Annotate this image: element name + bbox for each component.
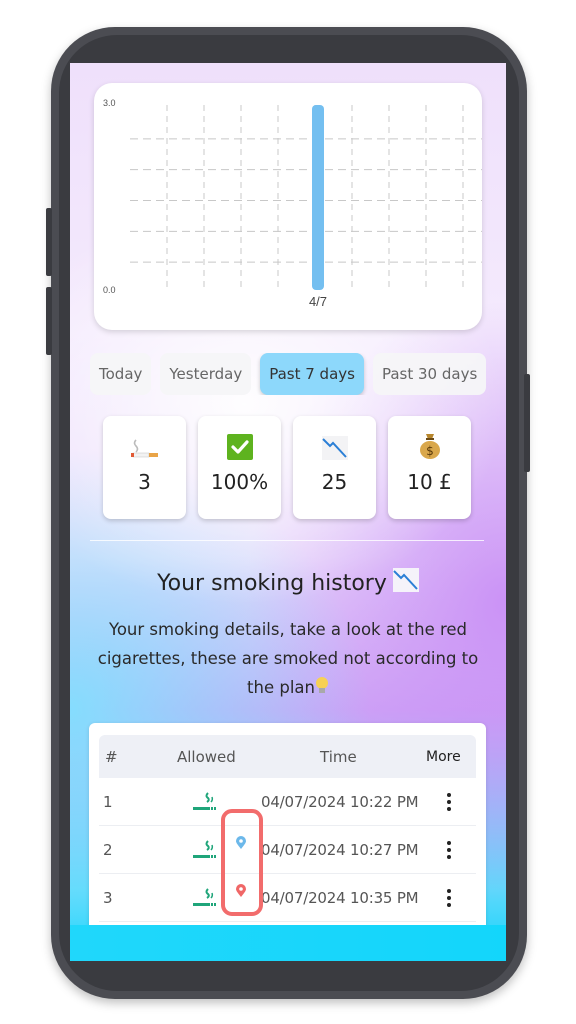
- more-vertical-icon[interactable]: [443, 885, 455, 911]
- money-bag-icon: $: [418, 416, 442, 464]
- history-heading: Your smoking history: [70, 568, 506, 598]
- bar-4-7[interactable]: [312, 105, 324, 290]
- light-bulb-icon: [315, 677, 329, 697]
- stat-value-money-saved: 10 £: [407, 470, 452, 494]
- stat-value-success-rate: 100%: [210, 470, 269, 494]
- power-button: [524, 374, 530, 472]
- svg-text:$: $: [426, 444, 434, 458]
- header-allowed: Allowed: [177, 747, 236, 766]
- location-pin-icon: [236, 882, 246, 901]
- chart-grid: [130, 105, 482, 290]
- location-pin-icon: [236, 834, 246, 853]
- period-tabs: Today Yesterday Past 7 days Past 30 days: [90, 353, 506, 395]
- history-description-text: Your smoking details, take a look at the…: [97, 620, 479, 697]
- y-tick-label-min: 0.0: [103, 285, 116, 295]
- row-more-button[interactable]: [443, 778, 455, 825]
- row-number: 2: [103, 840, 113, 859]
- more-vertical-icon[interactable]: [443, 837, 455, 863]
- row-time: 04/07/2024 10:27 PM: [261, 840, 419, 859]
- bar-chart: 3.0 0.0 4/7: [103, 98, 482, 309]
- stats-row: 3 100% 25 $ 10 £: [103, 416, 471, 519]
- row-number: 1: [103, 792, 113, 811]
- table-header: # Allowed Time More: [99, 735, 476, 778]
- smoking-chart-card: 3.0 0.0 4/7: [94, 83, 482, 330]
- stat-value-cigarettes: 3: [138, 470, 151, 494]
- row-more-button[interactable]: [443, 874, 455, 921]
- table-row[interactable]: 3 04/07/2024 10:35 PM: [99, 874, 476, 922]
- stat-card-success-rate: 100%: [198, 416, 281, 519]
- more-vertical-icon[interactable]: [443, 789, 455, 815]
- stat-value-reduction: 25: [321, 470, 348, 494]
- cigarette-icon: [130, 416, 160, 464]
- app-screen: 3.0 0.0 4/7 Today Yesterday Past 7 days …: [70, 63, 506, 961]
- allowed-cigarette-icon: [193, 826, 217, 873]
- screen-bottom-band: [70, 925, 506, 961]
- history-description: Your smoking details, take a look at the…: [92, 615, 484, 702]
- chart-decreasing-icon: [321, 416, 348, 464]
- header-more: More: [426, 748, 461, 765]
- row-time: 04/07/2024 10:35 PM: [261, 888, 419, 907]
- tab-today[interactable]: Today: [90, 353, 152, 395]
- history-title-text: Your smoking history: [157, 570, 387, 596]
- row-time: 04/07/2024 10:22 PM: [261, 792, 419, 811]
- x-tick-label: 4/7: [309, 294, 327, 309]
- stat-card-money-saved: $ 10 £: [388, 416, 471, 519]
- row-more-button[interactable]: [443, 826, 455, 873]
- volume-up-button: [46, 208, 52, 276]
- tab-yesterday[interactable]: Yesterday: [160, 353, 252, 395]
- stat-card-cigarettes: 3: [103, 416, 186, 519]
- section-divider: [90, 540, 484, 541]
- allowed-cigarette-icon: [193, 874, 217, 921]
- volume-down-button: [46, 287, 52, 355]
- allowed-cigarette-icon: [193, 778, 217, 825]
- row-number: 3: [103, 888, 113, 907]
- check-mark-icon: [226, 416, 253, 464]
- table-row[interactable]: 2 04/07/2024 10:27 PM: [99, 826, 476, 874]
- smoking-history-table: # Allowed Time More 1 04/07/2024 10:22 P…: [89, 723, 486, 933]
- header-time: Time: [320, 747, 357, 766]
- stat-card-reduction: 25: [293, 416, 376, 519]
- header-number: #: [105, 747, 118, 766]
- table-row[interactable]: 1 04/07/2024 10:22 PM: [99, 778, 476, 826]
- tab-past-7-days[interactable]: Past 7 days: [260, 353, 364, 395]
- y-tick-label-max: 3.0: [103, 98, 116, 108]
- status-bar: [70, 63, 506, 81]
- tab-past-30-days[interactable]: Past 30 days: [372, 353, 487, 395]
- chart-decreasing-icon: [392, 568, 419, 598]
